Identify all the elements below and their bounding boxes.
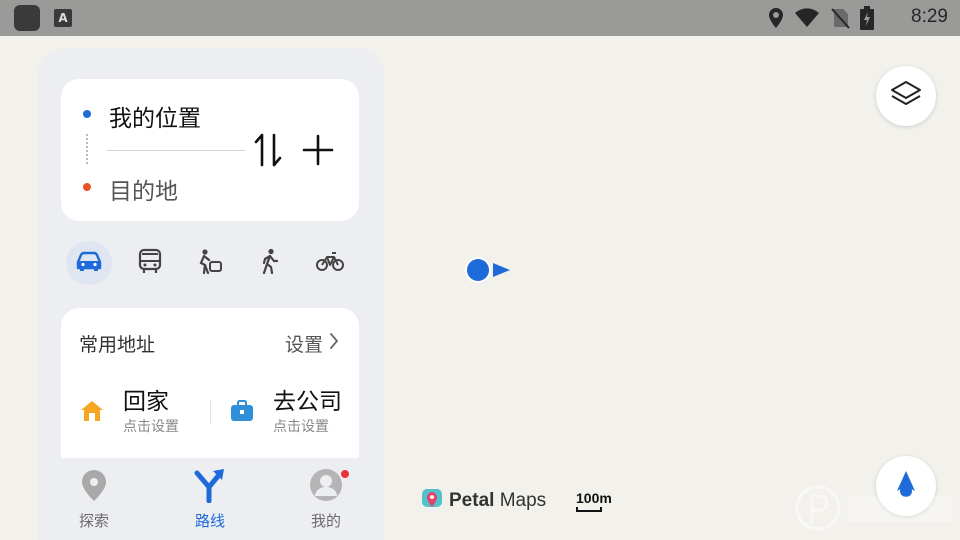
destination-dot [83,183,91,191]
field-divider [107,150,245,151]
clock: 8:29 [911,6,948,27]
bike-icon [316,250,344,276]
favorites-settings-label: 设置 [284,334,323,356]
notification-badge [340,469,350,479]
favorites-separator [210,400,211,424]
route-panel: 我的位置 目的地 常用地址 设置 回家 点击设置 去公司 点击设置 探索 路线 … [38,48,384,540]
transport-mode-bar [66,241,356,287]
battery-icon [860,6,874,30]
bottom-navigation: 探索 路线 我的 [38,460,384,540]
nav-route-label: 路线 [194,512,225,530]
app-icon [14,5,40,31]
route-connector [86,134,88,164]
destination-field[interactable]: 目的地 [109,172,178,206]
home-icon [79,398,105,424]
favorites-settings-link[interactable]: 设置 [285,330,339,357]
petal-logo-icon [421,488,443,514]
car-icon [75,250,103,276]
origin-dot [83,110,91,118]
explore-pin-icon [80,468,108,506]
current-location-marker [463,255,513,291]
petal-maps-logo: Petal Maps [421,488,546,514]
nav-route[interactable]: 路线 [170,468,250,531]
add-stop-button[interactable] [301,133,335,167]
scale-bar [576,507,602,512]
route-input-card: 我的位置 目的地 [61,79,359,221]
mode-bike[interactable] [307,241,353,285]
scale-label: 100m [576,490,612,506]
origin-field[interactable]: 我的位置 [109,99,201,133]
briefcase-icon [229,398,255,424]
work-sublabel: 点击设置 [273,419,329,435]
avatar-icon [309,468,343,506]
favorite-places-card: 常用地址 设置 回家 点击设置 去公司 点击设置 [61,308,359,458]
brand-light-text: Maps [499,490,547,511]
no-sim-icon [830,7,850,29]
watermark-logo [794,480,960,540]
status-bar: A 8:29 [0,0,960,36]
swap-route-button[interactable] [253,131,283,169]
map-layers-button[interactable] [876,66,936,126]
walk-icon [259,248,281,278]
nav-explore-label: 探索 [78,512,109,530]
a-icon: A [54,9,72,27]
wifi-icon [794,8,820,28]
brand-bold-text: Petal [449,490,495,511]
layers-icon [890,80,922,112]
mode-taxi[interactable] [187,241,233,285]
chevron-right-icon [329,332,339,355]
mode-bus[interactable] [127,241,173,285]
nav-explore[interactable]: 探索 [54,468,134,531]
location-icon [768,7,784,29]
work-label: 去公司 [273,389,342,415]
bus-icon [138,248,162,278]
nav-mine[interactable]: 我的 [286,468,366,531]
route-icon [193,467,227,507]
taxi-icon [197,248,223,278]
mode-walk[interactable] [247,241,293,285]
nav-mine-label: 我的 [310,512,341,530]
plus-icon [301,134,335,171]
favorites-title: 常用地址 [79,334,156,356]
home-label: 回家 [123,389,169,415]
home-sublabel: 点击设置 [123,419,179,435]
mode-car[interactable] [66,241,112,285]
swap-icon [253,133,283,173]
map-scale: 100m [576,490,614,512]
